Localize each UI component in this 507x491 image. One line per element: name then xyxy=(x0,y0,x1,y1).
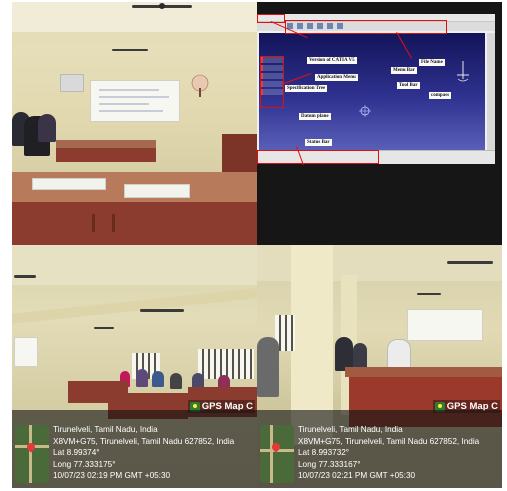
gps-datetime: 10/07/23 02:21 PM GMT +05:30 xyxy=(298,471,416,481)
desk-handle xyxy=(112,214,115,232)
label-compass: compass xyxy=(429,92,452,99)
student xyxy=(257,337,279,397)
catia-window: Version of CATIA V5 Menu Bar File Name A… xyxy=(257,14,495,166)
ceiling-fan-icon xyxy=(140,309,184,312)
ceiling-fan-icon xyxy=(94,327,114,329)
label-version: Version of CATIA V5 xyxy=(307,57,357,64)
gps-latitude: Lat 8.99374° xyxy=(53,448,100,458)
ceiling-fan-icon xyxy=(112,49,148,51)
annotation-box-toolbar xyxy=(285,20,447,34)
classroom-photo-1 xyxy=(12,2,257,245)
datum-plane-icon xyxy=(359,105,371,117)
catia-3d-canvas: Version of CATIA V5 Menu Bar File Name A… xyxy=(259,33,485,151)
paper-sheets xyxy=(124,184,190,198)
gps-info: Tirunelveli, Tamil Nadu, India X8VM+G75,… xyxy=(53,424,234,482)
desk xyxy=(56,148,156,162)
gps-mini-map xyxy=(15,425,49,483)
student xyxy=(170,373,182,389)
student xyxy=(38,114,56,142)
map-pin-icon xyxy=(25,441,37,453)
lab-photo-gps-2: GPS Map C Tirunelveli, Tamil Nadu, India… xyxy=(257,245,502,488)
front-desk xyxy=(12,202,257,245)
ceiling-fan-icon xyxy=(447,261,493,264)
label-menu-bar: Menu Bar xyxy=(391,67,417,74)
gps-address: X8VM+G75, Tirunelveli, Tamil Nadu 627852… xyxy=(298,436,480,446)
gps-longitude: Long 77.333167° xyxy=(298,459,361,469)
ceiling-fan-icon xyxy=(417,293,441,295)
gps-overlay: Tirunelveli, Tamil Nadu, India X8VM+G75,… xyxy=(12,410,257,488)
annotation-box-status xyxy=(257,150,379,164)
lab-desk-top xyxy=(345,367,502,377)
tree-drawing-icon xyxy=(191,74,209,97)
catia-screen-photo: Version of CATIA V5 Menu Bar File Name A… xyxy=(257,2,502,245)
projector-screen xyxy=(90,80,180,122)
cupboard xyxy=(222,134,257,174)
projector-screen xyxy=(14,337,38,367)
fan-hub xyxy=(159,3,165,9)
label-specification-tree: Specification Tree xyxy=(285,85,328,92)
gps-location: Tirunelveli, Tamil Nadu, India xyxy=(53,425,158,435)
open-book xyxy=(32,178,106,190)
desk-top xyxy=(56,140,156,148)
lab-photo-gps-1: GPS Map C Tirunelveli, Tamil Nadu, India… xyxy=(12,245,257,488)
label-file-name: File Name xyxy=(419,59,445,66)
wall-poster xyxy=(60,74,84,92)
gps-overlay: Tirunelveli, Tamil Nadu, India X8VM+G75,… xyxy=(257,410,502,488)
catia-right-toolbar xyxy=(487,33,495,151)
label-tool-bar: Tool Bar xyxy=(397,82,420,89)
gps-mini-map xyxy=(260,425,294,483)
student xyxy=(152,371,164,387)
label-datum-plane: Datum plane xyxy=(299,113,331,120)
student xyxy=(136,369,148,387)
student xyxy=(335,337,353,371)
desk-handle xyxy=(92,214,95,232)
label-application-menu: Application Menu xyxy=(315,74,358,81)
compass-icon xyxy=(457,61,469,82)
label-status-bar: Status Bar xyxy=(305,139,332,146)
ceiling-fan-icon xyxy=(14,275,36,278)
gps-latitude: Lat 8.993732° xyxy=(298,448,350,458)
annotation-box-tree xyxy=(260,56,284,108)
gps-longitude: Long 77.333175° xyxy=(53,459,116,469)
ceiling-beam xyxy=(12,32,257,44)
gps-address: X8VM+G75, Tirunelveli, Tamil Nadu 627852… xyxy=(53,436,235,446)
projector-screen xyxy=(407,309,483,341)
ceiling-beam xyxy=(12,288,257,324)
gps-location: Tirunelveli, Tamil Nadu, India xyxy=(298,425,403,435)
ceiling xyxy=(12,245,257,285)
gps-info: Tirunelveli, Tamil Nadu, India X8VM+G75,… xyxy=(298,424,479,482)
gps-datetime: 10/07/23 02:19 PM GMT +05:30 xyxy=(53,471,171,481)
